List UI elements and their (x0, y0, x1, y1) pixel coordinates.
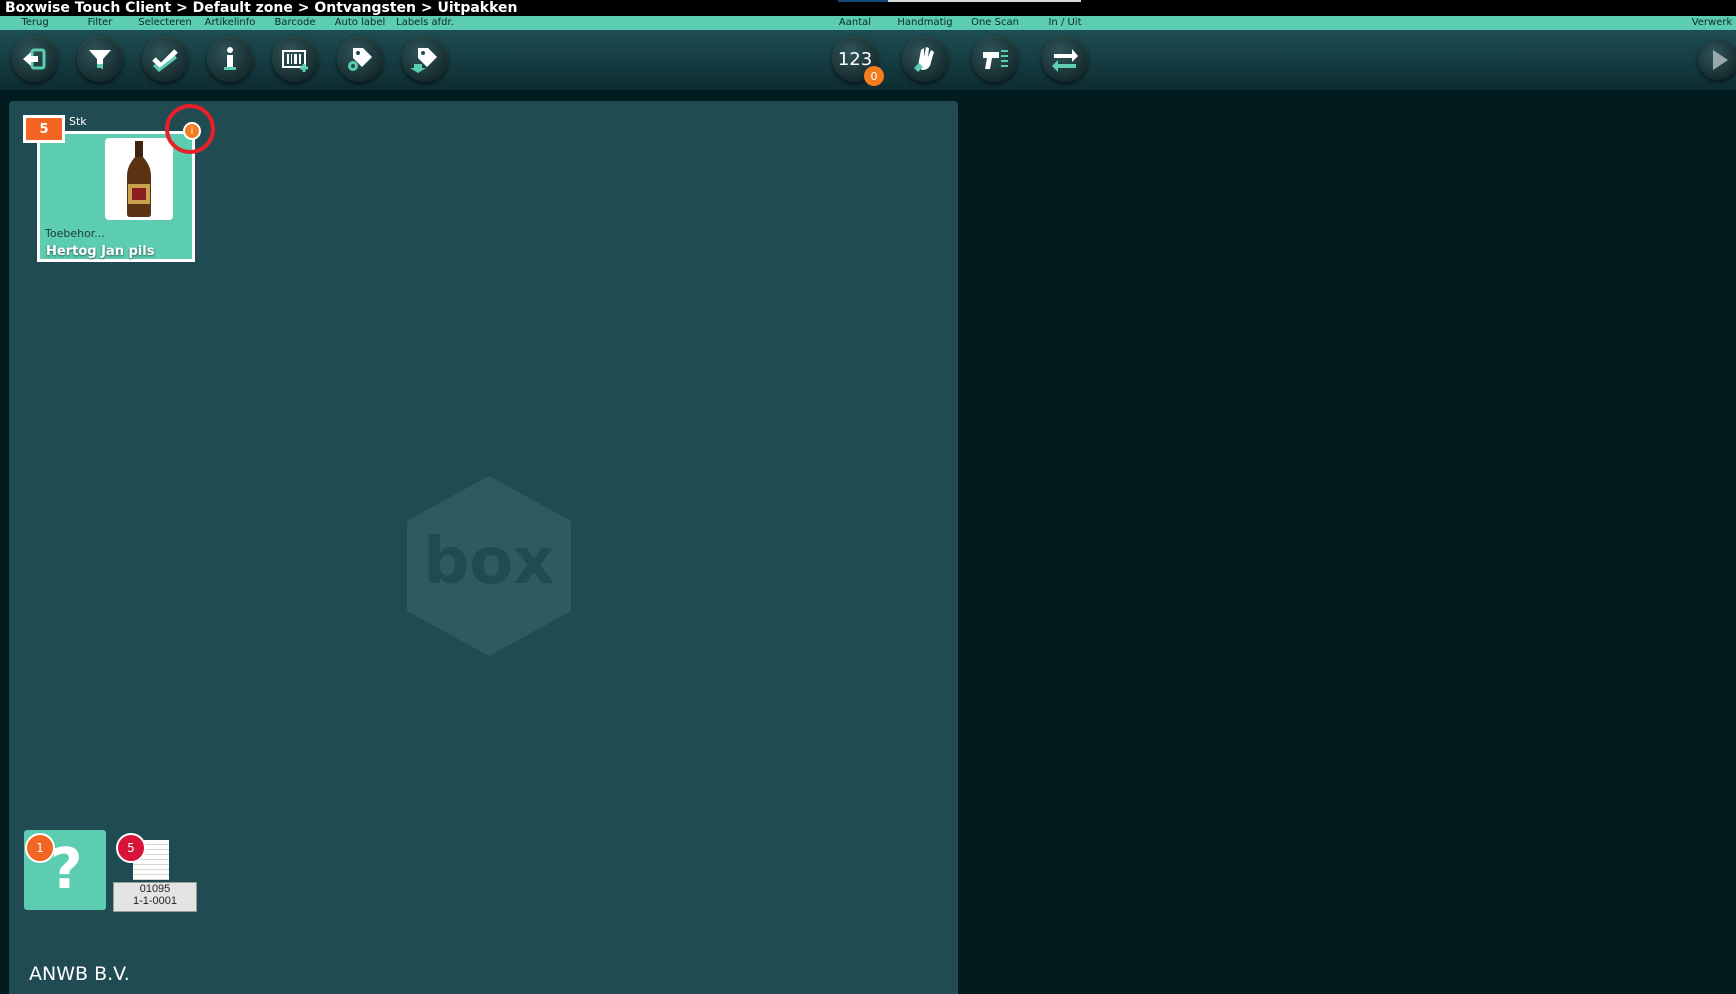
hand-icon (914, 47, 934, 72)
tag-gear-icon (348, 48, 372, 71)
article-info-button[interactable] (207, 36, 253, 82)
watermark-text: box (423, 525, 554, 599)
label-article-info: Artikelinfo (204, 17, 256, 28)
manual-button[interactable] (902, 36, 948, 82)
document-code: 01095 (139, 883, 171, 895)
title-indicator-light (888, 0, 1081, 2)
back-button[interactable] (12, 36, 58, 82)
label-manual: Handmatig (897, 17, 953, 28)
info-icon (224, 47, 236, 70)
product-quantity-badge: 5 (23, 115, 65, 143)
select-button[interactable] (142, 36, 188, 82)
product-panel: box Toebehor... Hertog Jan pils 5 Stk i … (9, 101, 958, 994)
unknown-items-badge: 1 (25, 833, 55, 863)
label-auto-label: Auto label (334, 17, 386, 28)
label-quantity: Aantal (838, 17, 872, 28)
quantity-badge: 0 (864, 66, 884, 86)
play-icon (1713, 50, 1728, 70)
beer-bottle-icon (127, 141, 151, 217)
label-filter: Filter (87, 17, 113, 28)
labels-print-button[interactable] (402, 36, 448, 82)
tag-print-icon (410, 48, 437, 73)
label-in-out: In / Uit (1048, 17, 1082, 28)
box-logo-watermark: box (407, 476, 571, 656)
window-title: Boxwise Touch Client > Default zone > On… (5, 0, 518, 16)
scanner-icon (983, 50, 1008, 69)
label-one-scan: One Scan (971, 17, 1019, 28)
product-unit: Stk (69, 115, 87, 128)
quantity-button[interactable]: 123 0 (832, 36, 884, 86)
label-labels-print: Labels afdr. (396, 17, 454, 28)
label-back: Terug (21, 17, 49, 28)
title-bar: Boxwise Touch Client > Default zone > On… (0, 0, 1736, 16)
one-scan-button[interactable] (972, 36, 1018, 82)
document-badge: 5 (116, 833, 146, 863)
product-info-marker[interactable]: i (183, 122, 201, 140)
product-category: Toebehor... (45, 227, 105, 240)
exit-icon (23, 48, 46, 70)
auto-label-button[interactable] (337, 36, 383, 82)
document-location: 1-1-0001 (132, 895, 178, 907)
question-mark-icon: ? (50, 837, 83, 902)
company-name: ANWB B.V. (29, 963, 130, 985)
barcode-icon (282, 50, 308, 72)
filter-button[interactable] (77, 36, 123, 82)
title-indicator-dark (838, 0, 888, 2)
in-out-button[interactable] (1042, 36, 1088, 82)
barcode-button[interactable] (272, 36, 318, 82)
label-select: Selecteren (138, 17, 192, 28)
product-name: Hertog Jan pils (46, 244, 155, 259)
label-barcode: Barcode (274, 17, 316, 28)
product-card[interactable]: Toebehor... Hertog Jan pils (37, 131, 195, 262)
process-button[interactable] (1698, 40, 1736, 80)
quantity-value: 123 (837, 48, 873, 70)
filter-icon (89, 50, 111, 69)
check-icon (152, 49, 178, 72)
toolbar: 123 0 (0, 30, 1736, 90)
swap-arrows-icon (1052, 49, 1078, 72)
document-plate: 01095 1-1-0001 (113, 882, 197, 912)
toolbar-label-strip: Terug Filter Selecteren Artikelinfo Barc… (0, 16, 1736, 30)
product-image (105, 138, 173, 220)
label-process: Verwerk (1691, 17, 1733, 28)
